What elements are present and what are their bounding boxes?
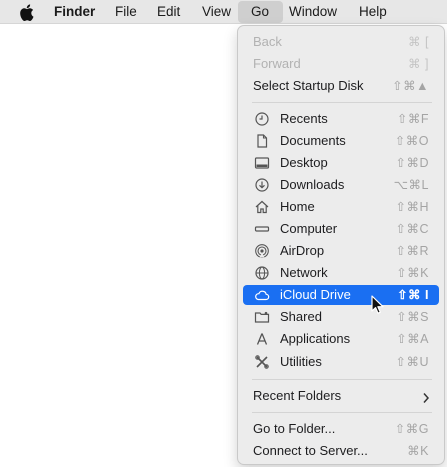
menubar-view[interactable]: View — [193, 0, 240, 24]
menu-item-label: Applications — [280, 331, 351, 346]
menu-separator — [252, 102, 432, 103]
menu-item-icloud-drive[interactable]: iCloud Drive ⇧⌘ I — [243, 285, 439, 305]
cloud-icon — [254, 287, 270, 303]
menu-item-forward[interactable]: Forward ⌘ ] — [243, 54, 439, 74]
menu-item-computer[interactable]: Computer ⇧⌘C — [243, 219, 439, 239]
menu-item-shortcut: ⇧⌘H — [395, 200, 429, 214]
menu-item-label: AirDrop — [280, 243, 325, 258]
menu-item-label: Desktop — [280, 155, 328, 170]
menu-item-shared[interactable]: Shared ⇧⌘S — [243, 307, 439, 327]
menu-item-applications[interactable]: Applications ⇧⌘A — [243, 329, 439, 349]
menu-item-label: Network — [280, 265, 328, 280]
menu-item-label: Go to Folder... — [253, 421, 336, 436]
menu-item-shortcut: ⌥⌘L — [393, 178, 429, 192]
menu-item-airdrop[interactable]: AirDrop ⇧⌘R — [243, 241, 439, 261]
go-menu: Back ⌘ [ Forward ⌘ ] Select Startup Disk… — [237, 25, 445, 465]
menubar-window[interactable]: Window — [280, 0, 346, 24]
clock-icon — [254, 111, 270, 127]
menu-item-shortcut: ⇧⌘K — [396, 266, 429, 280]
menu-item-shortcut: ⇧⌘ I — [397, 288, 429, 302]
menu-item-shortcut: ⇧⌘U — [395, 355, 429, 369]
desktop-icon — [254, 155, 270, 171]
menu-item-label: iCloud Drive — [280, 287, 351, 302]
menu-item-home[interactable]: Home ⇧⌘H — [243, 197, 439, 217]
menu-item-downloads[interactable]: Downloads ⌥⌘L — [243, 175, 439, 195]
menu-item-shortcut: ⇧⌘A — [396, 332, 429, 346]
menu-item-label: Downloads — [280, 177, 345, 192]
menubar-edit[interactable]: Edit — [148, 0, 189, 24]
menu-item-label: Documents — [280, 133, 346, 148]
mouse-pointer-icon — [371, 295, 385, 315]
menu-item-network[interactable]: Network ⇧⌘K — [243, 263, 439, 283]
menubar-file[interactable]: File — [106, 0, 146, 24]
menu-item-shortcut: ⇧⌘▲ — [392, 79, 429, 93]
menu-item-shortcut: ⌘K — [407, 444, 429, 458]
menu-item-documents[interactable]: Documents ⇧⌘O — [243, 131, 439, 151]
apple-menu[interactable] — [12, 0, 42, 24]
menu-item-shortcut: ⇧⌘R — [395, 244, 429, 258]
download-icon — [254, 177, 270, 193]
applications-icon — [254, 331, 270, 347]
menu-item-connect-to-server[interactable]: Connect to Server... ⌘K — [243, 441, 439, 461]
menu-item-select-startup-disk[interactable]: Select Startup Disk ⇧⌘▲ — [243, 76, 439, 96]
menu-item-shortcut: ⇧⌘C — [395, 222, 429, 236]
chevron-right-icon — [422, 390, 430, 410]
menu-item-recent-folders[interactable]: Recent Folders — [243, 386, 439, 406]
menu-item-label: Recents — [280, 111, 328, 126]
menu-item-label: Select Startup Disk — [253, 78, 364, 93]
menu-item-shortcut: ⌘ [ — [408, 35, 429, 49]
menu-bar: Finder File Edit View Go Window Help — [0, 0, 447, 24]
menu-item-label: Home — [280, 199, 315, 214]
menubar-go[interactable]: Go — [238, 1, 283, 23]
menubar-finder[interactable]: Finder — [45, 0, 104, 24]
menu-item-label: Shared — [280, 309, 322, 324]
menu-item-label: Recent Folders — [253, 388, 342, 403]
menu-item-label: Forward — [253, 56, 301, 71]
menu-item-shortcut: ⇧⌘O — [394, 134, 429, 148]
menu-item-label: Back — [253, 34, 282, 49]
menu-item-label: Computer — [280, 221, 338, 236]
globe-icon — [254, 265, 270, 281]
menu-item-utilities[interactable]: Utilities ⇧⌘U — [243, 352, 439, 372]
airdrop-icon — [254, 243, 270, 259]
menu-item-shortcut: ⇧⌘G — [394, 422, 429, 436]
menu-separator — [252, 412, 432, 413]
menu-item-go-to-folder[interactable]: Go to Folder... ⇧⌘G — [243, 419, 439, 439]
home-icon — [254, 199, 270, 215]
menu-item-label: Utilities — [280, 354, 322, 369]
tools-icon — [254, 354, 270, 370]
menu-item-shortcut: ⇧⌘F — [396, 112, 429, 126]
menu-item-recents[interactable]: Recents ⇧⌘F — [243, 109, 439, 129]
menu-item-shortcut: ⌘ ] — [408, 57, 429, 71]
shared-folder-icon — [254, 309, 270, 325]
menubar-help[interactable]: Help — [350, 0, 396, 24]
menu-item-desktop[interactable]: Desktop ⇧⌘D — [243, 153, 439, 173]
computer-icon — [254, 221, 270, 237]
menu-item-shortcut: ⇧⌘S — [396, 310, 429, 324]
menu-item-back[interactable]: Back ⌘ [ — [243, 32, 439, 52]
menu-item-shortcut: ⇧⌘D — [395, 156, 429, 170]
menu-separator — [252, 379, 432, 380]
document-icon — [254, 133, 270, 149]
menu-item-label: Connect to Server... — [253, 443, 368, 458]
